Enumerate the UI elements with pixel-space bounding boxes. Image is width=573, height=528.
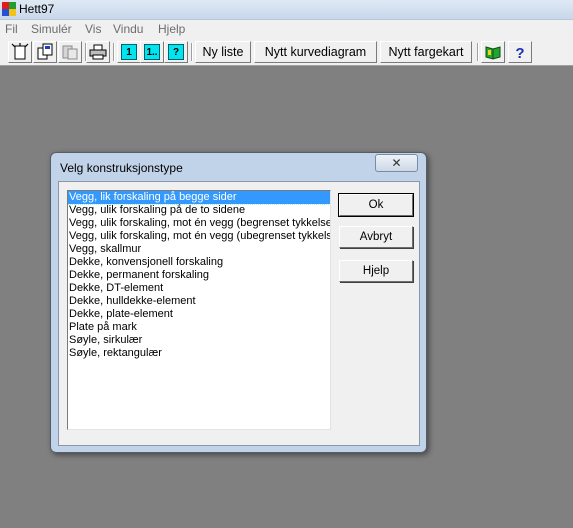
list-item[interactable]: Vegg, ulik forskaling, mot én vegg (begr… <box>68 217 330 230</box>
menu-vindu[interactable]: Vindu <box>113 22 143 36</box>
window-title: Hett97 <box>19 2 55 16</box>
new-curve-diagram-button[interactable]: Nytt kurvediagram <box>254 41 377 63</box>
list-item[interactable]: Dekke, konvensjonell forskaling <box>68 256 330 269</box>
new-document-button[interactable] <box>8 41 32 63</box>
question-icon: ? <box>168 44 184 60</box>
list-item[interactable]: Vegg, ulik forskaling, mot én vegg (ubeg… <box>68 230 330 243</box>
list-item[interactable]: Dekke, permanent forskaling <box>68 269 330 282</box>
print-icon <box>89 44 107 60</box>
construction-type-list[interactable]: Vegg, lik forskaling på begge sider Vegg,… <box>67 190 331 430</box>
paste-button[interactable] <box>58 41 82 63</box>
svg-text:?: ? <box>515 45 524 61</box>
menu-vis[interactable]: Vis <box>85 22 101 36</box>
list-item[interactable]: Vegg, ulik forskaling på de to sidene <box>68 204 330 217</box>
ok-button[interactable]: Ok <box>338 193 414 217</box>
list-item[interactable]: Vegg, skallmur <box>68 243 330 256</box>
help-button[interactable]: ? <box>508 41 532 63</box>
menu-hjelp[interactable]: Hjelp <box>158 22 185 36</box>
help-icon: ? <box>515 45 524 61</box>
help-dialog-button[interactable]: Hjelp <box>339 260 413 282</box>
list-item[interactable]: Plate på mark <box>68 321 330 334</box>
new-document-icon <box>11 43 29 60</box>
close-button[interactable]: ✕ <box>375 154 418 172</box>
cancel-button[interactable]: Avbryt <box>339 226 413 248</box>
view-help-button[interactable]: ? <box>164 41 188 63</box>
list-item[interactable]: Søyle, rektangulær <box>68 347 330 360</box>
view-1-button[interactable]: 1 <box>117 41 141 63</box>
view-1-icon: 1 <box>121 44 137 60</box>
list-item[interactable]: Dekke, hulldekke-element <box>68 295 330 308</box>
title-bar: Hett97 <box>0 0 573 20</box>
copy-icon <box>37 43 53 60</box>
menu-simuler[interactable]: Simulér <box>31 22 72 36</box>
list-item[interactable]: Dekke, plate-element <box>68 308 330 321</box>
menu-fil[interactable]: Fil <box>5 22 18 36</box>
app-icon <box>2 2 16 16</box>
dialog-title: Velg konstruksjonstype <box>60 161 183 175</box>
view-range-icon: 1.. <box>144 44 160 60</box>
toolbar: 1 1.. ? Ny liste Nytt kurvediagram Nytt … <box>0 38 573 66</box>
book-icon <box>485 46 501 60</box>
new-color-map-button[interactable]: Nytt fargekart <box>380 41 472 63</box>
list-item[interactable]: Dekke, DT-element <box>68 282 330 295</box>
dialog-body: Vegg, lik forskaling på begge sider Vegg,… <box>58 181 420 446</box>
book-button[interactable] <box>481 41 505 63</box>
print-button[interactable] <box>86 41 110 63</box>
menu-bar: Fil Simulér Vis Vindu Hjelp <box>0 20 573 38</box>
list-item[interactable]: Søyle, sirkulær <box>68 334 330 347</box>
construction-type-dialog: Velg konstruksjonstype ✕ Vegg, lik forsk… <box>50 152 427 453</box>
list-item[interactable]: Vegg, lik forskaling på begge sider <box>68 191 330 205</box>
close-icon: ✕ <box>391 156 402 170</box>
paste-icon <box>62 45 78 60</box>
copy-button[interactable] <box>33 41 57 63</box>
new-list-button[interactable]: Ny liste <box>195 41 251 63</box>
view-range-button[interactable]: 1.. <box>140 41 164 63</box>
